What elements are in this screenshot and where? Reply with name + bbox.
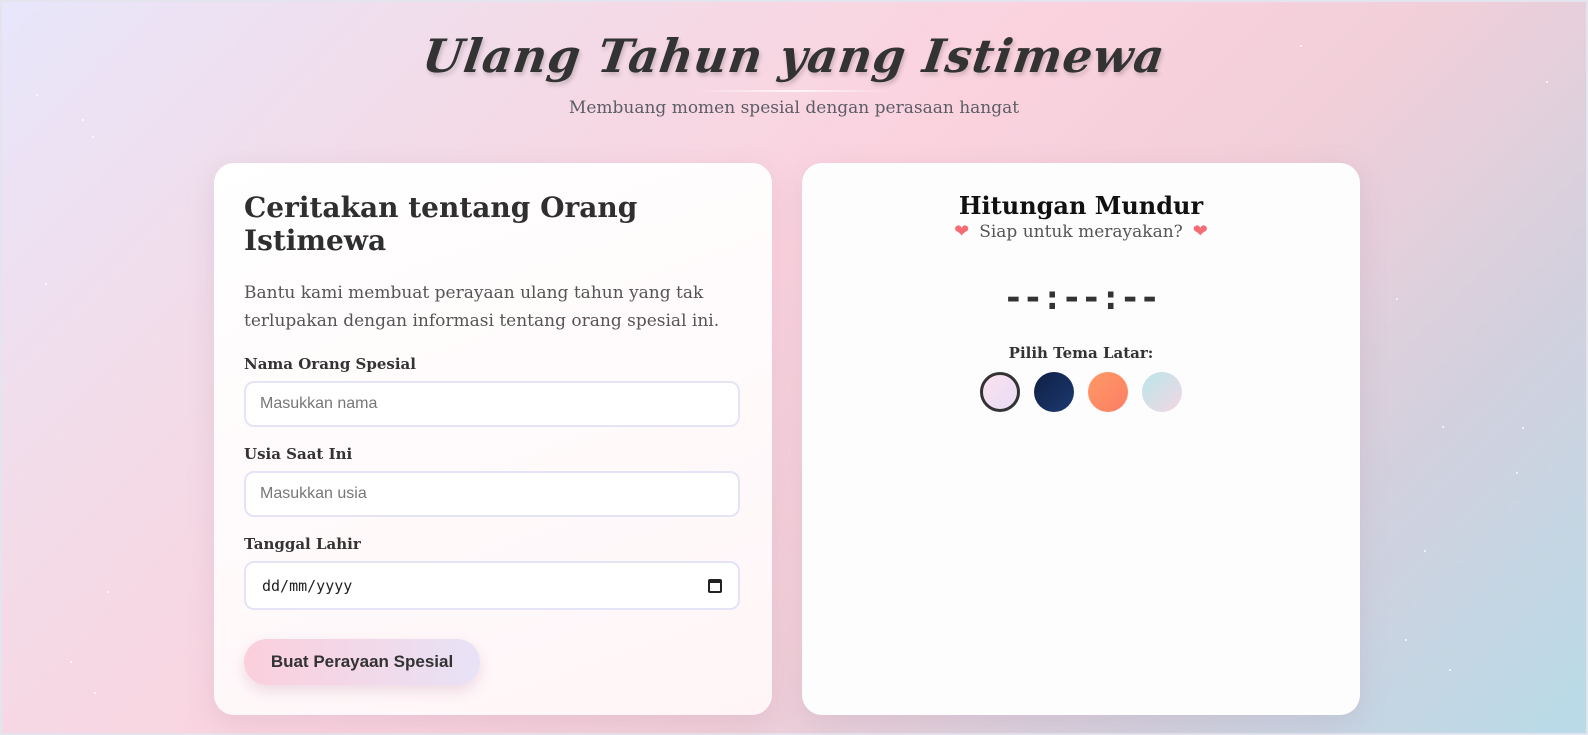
theme-picker-label: Pilih Tema Latar: xyxy=(1008,344,1154,362)
birthdate-placeholder: dd/mm/yyyy xyxy=(262,576,353,595)
page-title: Ulang Tahun yang Istimewa xyxy=(419,29,1169,83)
age-input[interactable] xyxy=(244,471,740,517)
heart-icon: ❤ xyxy=(1192,221,1208,242)
form-description: Bantu kami membuat perayaan ulang tahun … xyxy=(244,283,720,331)
age-label: Usia Saat Ini xyxy=(244,445,353,463)
countdown-subtitle: Siap untuk merayakan? xyxy=(979,222,1183,242)
star xyxy=(1516,472,1518,474)
page-header: Ulang Tahun yang Istimewa Membuang momen… xyxy=(2,24,1586,118)
age-field-group: Usia Saat Ini xyxy=(244,445,742,517)
page-subtitle: Membuang momen spesial dengan perasaan h… xyxy=(568,98,1020,118)
countdown-timer: --:--:-- xyxy=(1003,278,1160,318)
star xyxy=(107,591,109,593)
theme-swatch-navy[interactable] xyxy=(1034,372,1074,412)
star xyxy=(1522,427,1524,429)
star xyxy=(92,136,94,138)
birthdate-input[interactable]: dd/mm/yyyy xyxy=(244,561,740,610)
name-label: Nama Orang Spesial xyxy=(244,355,416,373)
star xyxy=(1405,639,1407,641)
star xyxy=(82,119,84,121)
name-field-group: Nama Orang Spesial xyxy=(244,355,742,427)
birthdate-field-group: Tanggal Lahir dd/mm/yyyy xyxy=(244,535,742,610)
star xyxy=(94,692,96,694)
theme-swatch-orange[interactable] xyxy=(1088,372,1128,412)
theme-swatches xyxy=(802,372,1360,412)
countdown-title: Hitungan Mundur xyxy=(958,191,1204,220)
form-heading: Ceritakan tentang Orang Istimewa xyxy=(244,191,638,257)
theme-swatch-mint[interactable] xyxy=(1142,372,1182,412)
star xyxy=(70,661,72,663)
countdown-subtitle-row: ❤ Siap untuk merayakan? ❤ xyxy=(802,222,1360,242)
star xyxy=(45,283,47,285)
title-underline xyxy=(694,90,894,92)
theme-swatch-pink[interactable] xyxy=(980,372,1020,412)
star xyxy=(1442,426,1444,428)
heart-icon: ❤ xyxy=(954,221,970,242)
star xyxy=(1424,550,1426,552)
info-form-card: Ceritakan tentang Orang Istimewa Bantu k… xyxy=(214,163,772,715)
star xyxy=(1449,669,1451,671)
name-input[interactable] xyxy=(244,381,740,427)
countdown-card: Hitungan Mundur ❤ Siap untuk merayakan? … xyxy=(802,163,1360,715)
birthdate-label: Tanggal Lahir xyxy=(244,535,361,553)
star xyxy=(1396,298,1398,300)
create-celebration-button[interactable]: Buat Perayaan Spesial xyxy=(244,639,480,685)
calendar-icon[interactable] xyxy=(708,578,722,593)
